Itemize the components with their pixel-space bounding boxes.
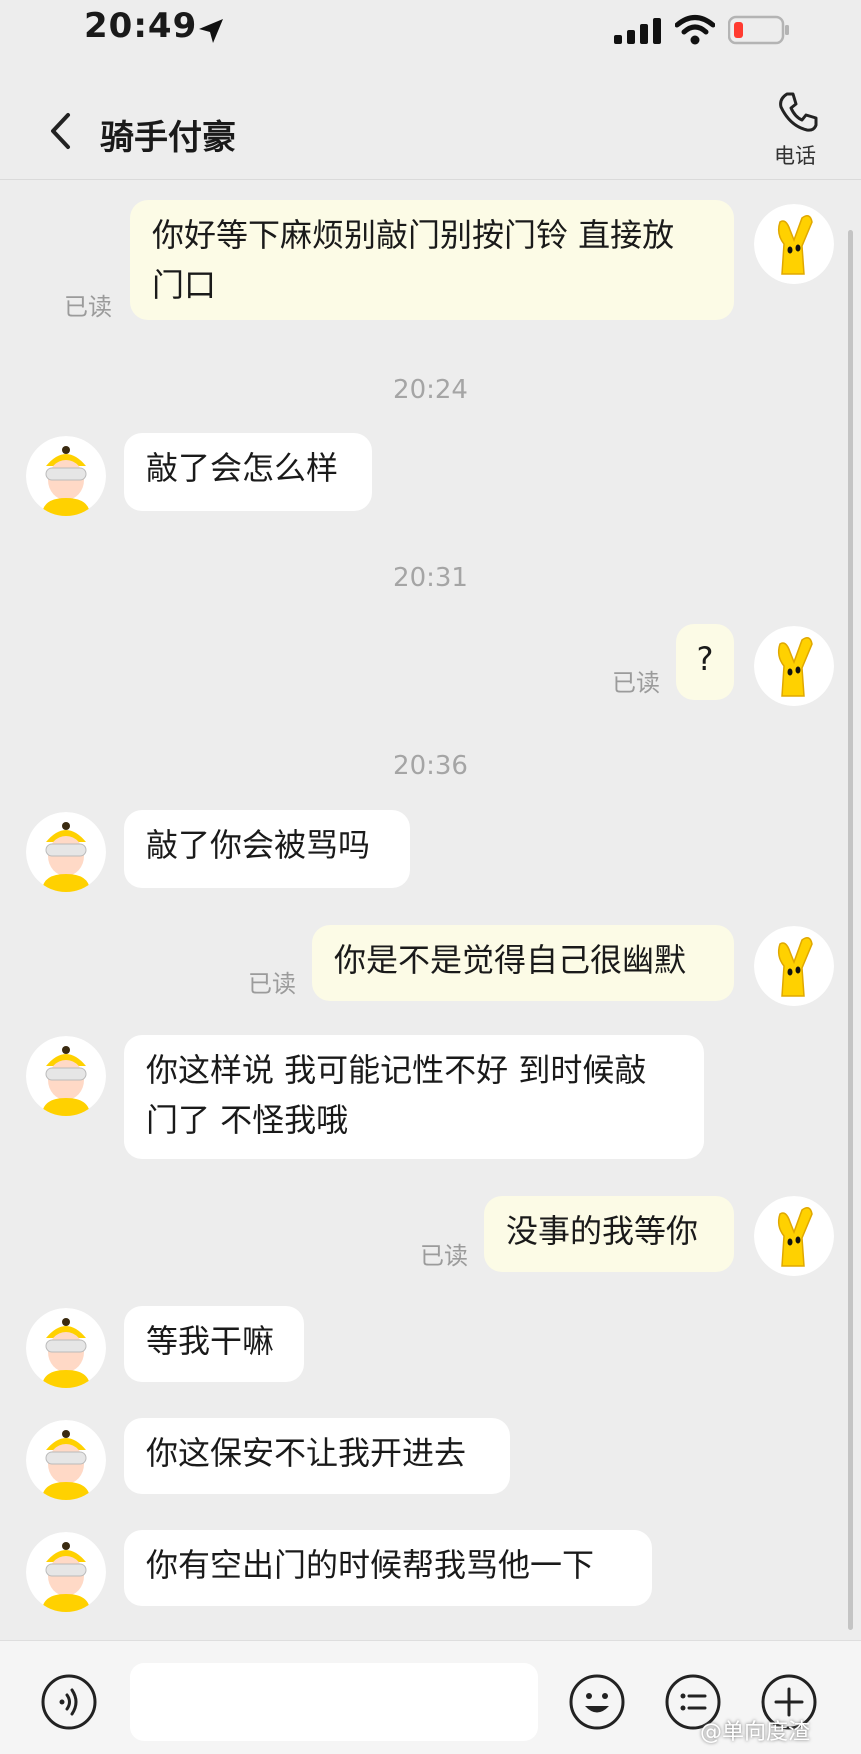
incoming-message[interactable]: 敲了会怎么样 [124, 433, 372, 511]
timestamp: 20:36 [393, 751, 468, 781]
watermark: @单向度渣 [700, 1720, 811, 1745]
read-receipt: 已读 [248, 970, 296, 998]
status-bar: 20:49 [0, 0, 861, 70]
emoji-icon[interactable] [568, 1673, 626, 1731]
timestamp: 20:24 [393, 375, 468, 405]
rider-avatar[interactable] [26, 1420, 106, 1500]
read-receipt: 已读 [420, 1242, 468, 1270]
incoming-message[interactable]: 你这样说 我可能记性不好 到时候敲 门了 不怪我哦 [124, 1035, 704, 1159]
rider-avatar[interactable] [26, 1532, 106, 1612]
signal-icon [614, 18, 661, 44]
my-avatar[interactable] [754, 626, 834, 706]
location-arrow-icon [199, 19, 223, 43]
incoming-message[interactable]: 等我干嘛 [124, 1306, 304, 1382]
message-input[interactable] [130, 1663, 538, 1741]
my-avatar[interactable] [754, 204, 834, 284]
status-time: 20:49 [84, 6, 198, 46]
my-avatar[interactable] [754, 1196, 834, 1276]
outgoing-message[interactable]: 你是不是觉得自己很幽默 [312, 925, 734, 1001]
read-receipt: 已读 [64, 293, 112, 321]
outgoing-message[interactable]: 没事的我等你 [484, 1196, 734, 1272]
outgoing-message[interactable]: 你好等下麻烦别敲门别按门铃 直接放 门口 [130, 200, 734, 320]
wifi-icon [675, 15, 715, 45]
timestamp: 20:31 [393, 563, 468, 593]
back-chevron-icon[interactable] [46, 112, 76, 150]
incoming-message[interactable]: 敲了你会被骂吗 [124, 810, 410, 888]
voice-icon[interactable] [40, 1673, 98, 1731]
chat-title: 骑手付豪 [100, 118, 236, 158]
rider-avatar[interactable] [26, 1308, 106, 1388]
rider-avatar[interactable] [26, 812, 106, 892]
call-label[interactable]: 电话 [774, 140, 816, 170]
rider-avatar[interactable] [26, 1036, 106, 1116]
incoming-message[interactable]: 你有空出门的时候帮我骂他一下 [124, 1530, 652, 1606]
battery-low-icon [728, 15, 789, 45]
phone-icon[interactable] [776, 90, 820, 134]
my-avatar[interactable] [754, 926, 834, 1006]
read-receipt: 已读 [612, 669, 660, 697]
rider-avatar[interactable] [26, 436, 106, 516]
chat-header: 骑手付豪 电话 [0, 82, 861, 180]
chat-scrollbar[interactable] [848, 230, 853, 1630]
incoming-message[interactable]: 你这保安不让我开进去 [124, 1418, 510, 1494]
outgoing-message[interactable]: ? [676, 624, 734, 700]
